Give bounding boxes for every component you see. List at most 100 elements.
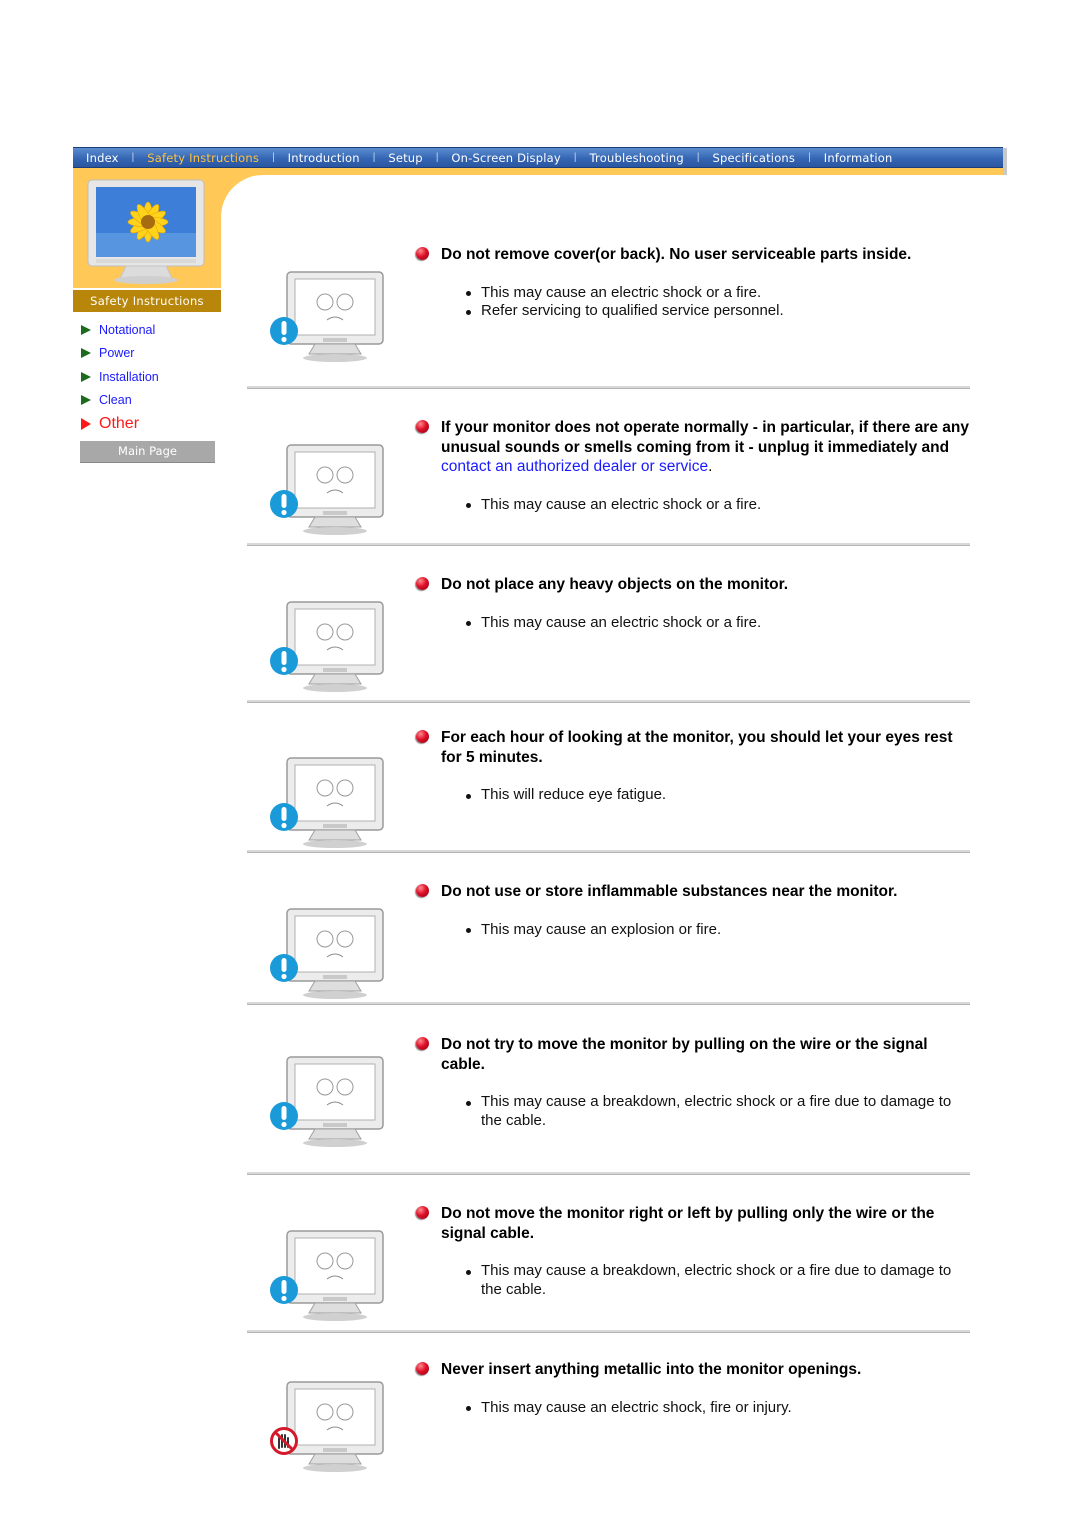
- heading-text: Do not use or store inflammable substanc…: [441, 883, 898, 900]
- warning-exclamation-icon: [270, 803, 298, 831]
- sidebar-item-label: Clean: [99, 393, 132, 408]
- heading-text: Do not move the monitor right or left by…: [441, 1205, 935, 1242]
- section-heading: Never insert anything metallic into the …: [415, 1360, 970, 1380]
- bullet-list: This may cause a breakdown, electric sho…: [415, 1262, 970, 1299]
- nav-troubleshooting[interactable]: Troubleshooting: [577, 151, 697, 165]
- section-content: Do not use or store inflammable substanc…: [415, 882, 970, 939]
- triangle-right-icon: [81, 417, 91, 430]
- section-content: Never insert anything metallic into the …: [415, 1360, 970, 1417]
- cartoon-illustration: [265, 250, 405, 375]
- cartoon-illustration: [265, 580, 405, 705]
- bullet-item: This may cause an electric shock or a fi…: [466, 614, 970, 633]
- nav-safety-instructions[interactable]: Safety Instructions: [134, 151, 272, 165]
- monitor-sunflower-image: [87, 179, 205, 284]
- warning-exclamation-icon: [270, 1276, 298, 1304]
- heading-tail: .: [708, 458, 713, 475]
- bullet-item: Refer servicing to qualified service per…: [466, 302, 970, 321]
- warning-exclamation-icon: [270, 1102, 298, 1130]
- sidebar-item-notational[interactable]: Notational: [81, 318, 159, 342]
- red-bullet-icon: [416, 577, 429, 590]
- warning-exclamation-icon: [270, 490, 298, 518]
- sidebar-item-clean[interactable]: Clean: [81, 389, 159, 413]
- contact-dealer-link[interactable]: contact an authorized dealer or service: [441, 458, 708, 475]
- bullet-list: This may cause an electric shock or a fi…: [415, 284, 970, 321]
- cartoon-illustration: [265, 1209, 405, 1334]
- bullet-list: This may cause an electric shock or a fi…: [415, 614, 970, 633]
- triangle-right-icon: [81, 324, 91, 335]
- sidebar-menu: Notational Power Installation Clean Othe…: [81, 318, 159, 436]
- section-heading: Do not remove cover(or back). No user se…: [415, 245, 970, 265]
- red-bullet-icon: [416, 420, 429, 433]
- section-content: Do not try to move the monitor by pullin…: [415, 1035, 970, 1130]
- bullet-list: This may cause an electric shock or a fi…: [415, 496, 970, 515]
- heading-text: Never insert anything metallic into the …: [441, 1361, 862, 1378]
- nav-index[interactable]: Index: [73, 151, 132, 165]
- cartoon-illustration: [265, 887, 405, 1012]
- sidebar-section-title: Safety Instructions: [73, 290, 221, 312]
- sidebar-item-power[interactable]: Power: [81, 342, 159, 366]
- bullet-item: This may cause an electric shock, fire o…: [466, 1399, 970, 1418]
- bullet-item: This may cause a breakdown, electric sho…: [466, 1093, 970, 1130]
- nav-information[interactable]: Information: [811, 151, 906, 165]
- heading-text: Do not remove cover(or back). No user se…: [441, 246, 912, 263]
- nav-specifications[interactable]: Specifications: [699, 151, 808, 165]
- bullet-item: This may cause an electric shock or a fi…: [466, 496, 970, 515]
- bullet-item: This may cause a breakdown, electric sho…: [466, 1262, 970, 1299]
- section-content: Do not move the monitor right or left by…: [415, 1204, 970, 1299]
- prohibited-hand-icon: [270, 1427, 298, 1455]
- section-divider: [247, 1002, 970, 1005]
- section-content: Do not remove cover(or back). No user se…: [415, 245, 970, 321]
- bullet-item: This may cause an explosion or fire.: [466, 921, 970, 940]
- sidebar-item-label: Other: [99, 414, 140, 432]
- bullet-list: This may cause an electric shock, fire o…: [415, 1399, 970, 1418]
- section-content: Do not place any heavy objects on the mo…: [415, 575, 970, 632]
- heading-text: Do not try to move the monitor by pullin…: [441, 1036, 928, 1073]
- bullet-item: This will reduce eye fatigue.: [466, 786, 970, 805]
- section-heading: Do not try to move the monitor by pullin…: [415, 1035, 970, 1074]
- nav-setup[interactable]: Setup: [375, 151, 435, 165]
- red-bullet-icon: [416, 1037, 429, 1050]
- section-content: If your monitor does not operate normall…: [415, 418, 970, 514]
- bullet-item: This may cause an electric shock or a fi…: [466, 284, 970, 303]
- top-navigation-bar: Index | Safety Instructions | Introducti…: [73, 147, 1003, 168]
- warning-exclamation-icon: [270, 317, 298, 345]
- section-heading: If your monitor does not operate normall…: [415, 418, 970, 477]
- heading-text: For each hour of looking at the monitor,…: [441, 729, 953, 766]
- bullet-list: This will reduce eye fatigue.: [415, 786, 970, 805]
- nav-introduction[interactable]: Introduction: [275, 151, 373, 165]
- red-bullet-icon: [416, 884, 429, 897]
- heading-text: Do not place any heavy objects on the mo…: [441, 576, 789, 593]
- section-heading: For each hour of looking at the monitor,…: [415, 728, 970, 767]
- sidebar-item-label: Installation: [99, 369, 159, 384]
- main-page-button[interactable]: Main Page: [80, 441, 215, 463]
- section-divider: [247, 1172, 970, 1175]
- nav-on-screen-display[interactable]: On-Screen Display: [438, 151, 573, 165]
- red-bullet-icon: [416, 730, 429, 743]
- bullet-list: This may cause an explosion or fire.: [415, 921, 970, 940]
- section-content: For each hour of looking at the monitor,…: [415, 728, 970, 805]
- red-bullet-icon: [416, 1362, 429, 1375]
- warning-exclamation-icon: [270, 954, 298, 982]
- section-divider: [247, 386, 970, 389]
- red-bullet-icon: [416, 247, 429, 260]
- cartoon-illustration: [265, 423, 405, 548]
- triangle-right-icon: [81, 348, 91, 359]
- triangle-right-icon: [81, 371, 91, 382]
- sidebar-item-other[interactable]: Other: [81, 412, 159, 436]
- section-divider: [247, 1330, 970, 1333]
- section-heading: Do not place any heavy objects on the mo…: [415, 575, 970, 595]
- warning-exclamation-icon: [270, 647, 298, 675]
- bullet-list: This may cause a breakdown, electric sho…: [415, 1093, 970, 1130]
- section-heading: Do not move the monitor right or left by…: [415, 1204, 970, 1243]
- red-bullet-icon: [416, 1206, 429, 1219]
- section-divider: [247, 700, 970, 703]
- cartoon-illustration: [265, 1035, 405, 1160]
- cartoon-illustration: [265, 736, 405, 861]
- sidebar-item-label: Notational: [99, 322, 156, 337]
- cartoon-illustration: [265, 1360, 405, 1485]
- nav-shadow: [1003, 148, 1007, 178]
- section-divider: [247, 850, 970, 853]
- sidebar-item-installation[interactable]: Installation: [81, 365, 159, 389]
- triangle-right-icon: [81, 395, 91, 406]
- section-heading: Do not use or store inflammable substanc…: [415, 882, 970, 902]
